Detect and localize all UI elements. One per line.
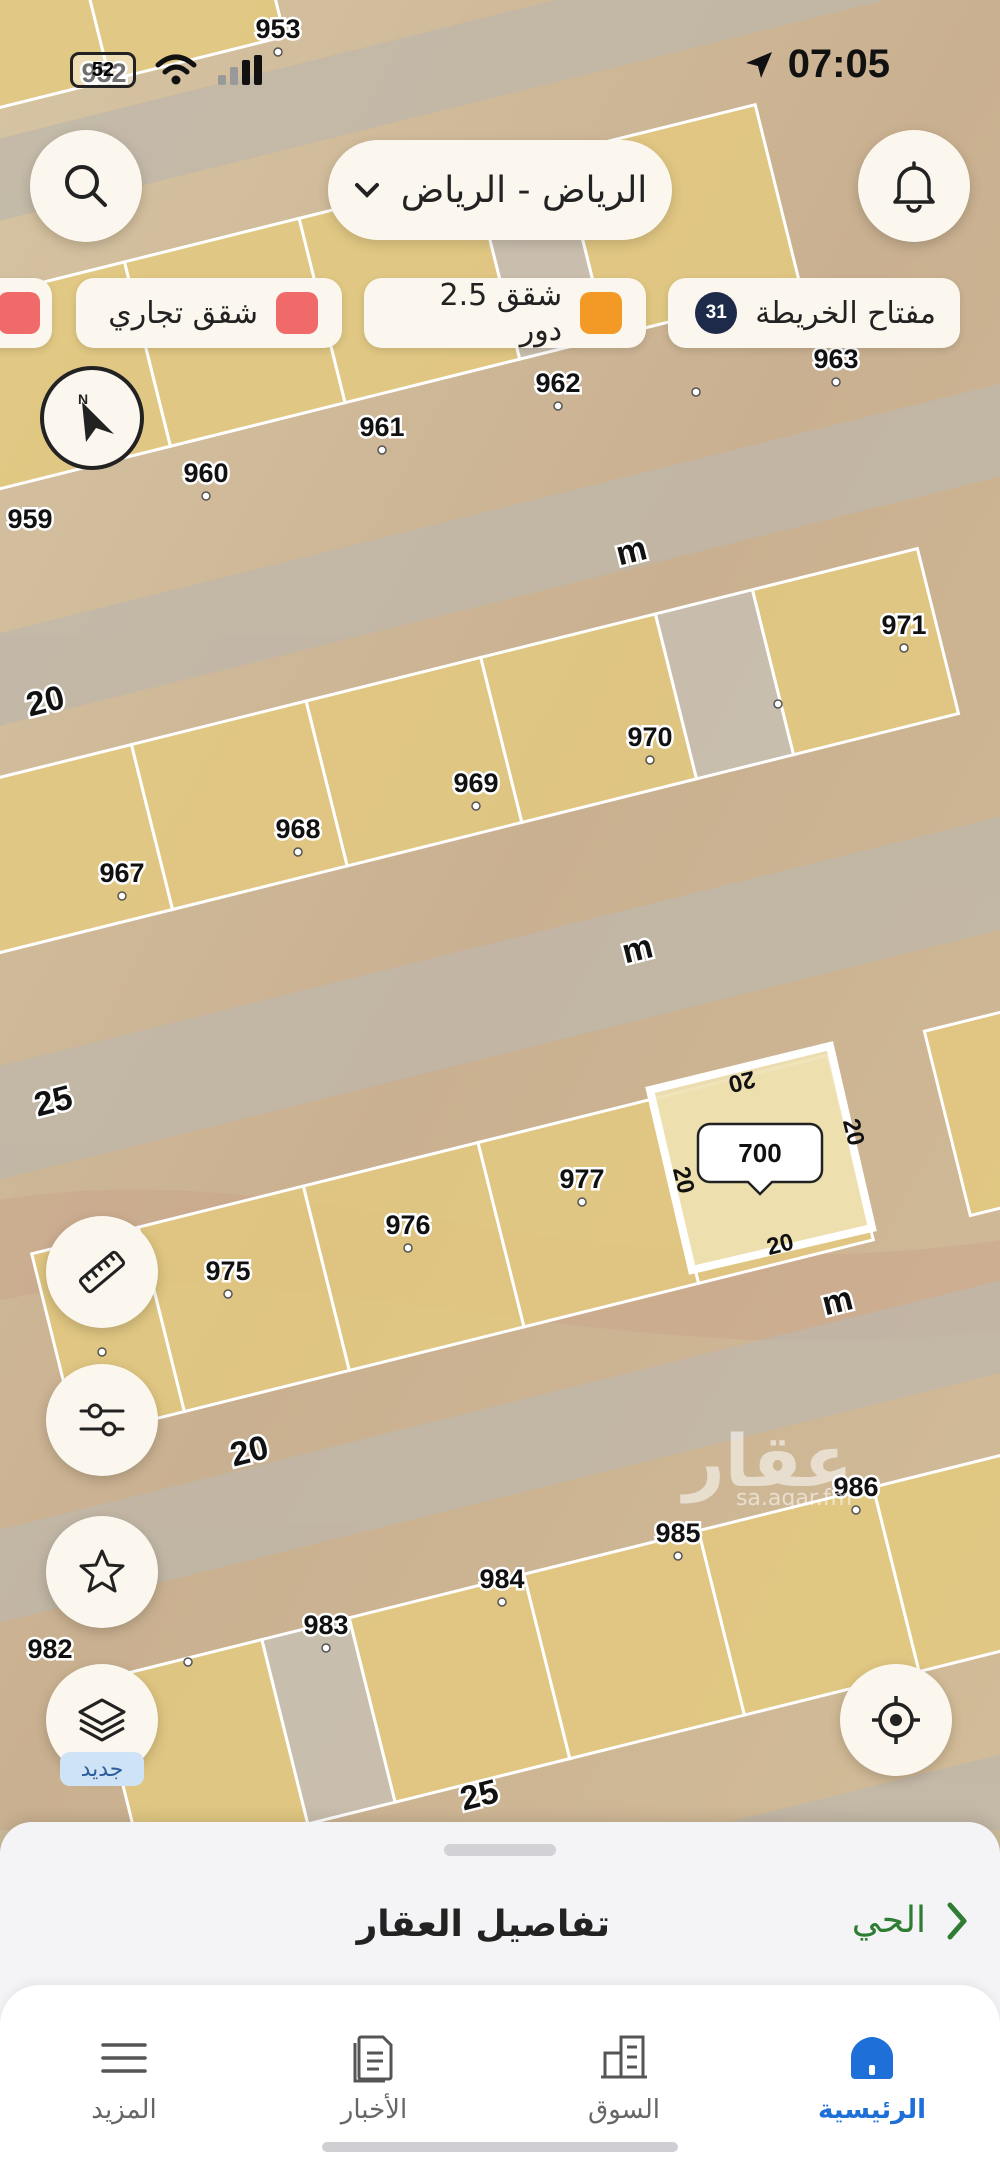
measure-button[interactable] [46,1216,158,1328]
battery-icon: 52 [70,52,136,88]
tab-home[interactable]: الرئيسية [772,1985,972,2125]
chip-partial[interactable] [0,278,52,348]
plot-label: 953 [255,14,300,44]
plot-label: 969 [453,768,498,798]
plot-label: 983 [303,1610,348,1640]
plot-label: 963 [813,344,858,374]
compass-button[interactable]: N [40,366,144,470]
chevron-right-icon [947,1902,967,1939]
tab-home-label: الرئيسية [817,2095,927,2125]
compass-icon: N [78,391,114,442]
my-location-button[interactable] [840,1664,952,1776]
plot-label: 960 [183,458,228,488]
plot-label: 984 [479,1564,524,1594]
new-badge: جديد [60,1752,144,1786]
notifications-button[interactable] [858,130,970,242]
chip-commercial-apartments[interactable]: شقق تجاري [76,278,342,348]
status-time-group: 07:05 [744,42,890,87]
tab-news[interactable]: الأخبار [274,1985,474,2125]
home-icon [851,2037,893,2079]
legend-swatch-red [0,292,40,334]
menu-icon [101,2043,147,2073]
chevron-down-icon [354,183,379,198]
plot-label: 968 [275,814,320,844]
star-icon [79,1549,125,1593]
home-indicator [322,2142,678,2152]
chip-label: شقق 2.5 دور [439,278,563,348]
svg-text:700: 700 [738,1138,781,1168]
city-selector-label: الرياض - الرياض [400,169,648,211]
plot-label: 985 [655,1518,700,1548]
city-selector[interactable]: الرياض - الرياض [328,140,672,240]
legend-swatch-orange [580,292,622,334]
map-key-label: مفتاح الخريطة [755,295,936,331]
ruler-icon [78,1250,126,1294]
district-link[interactable]: الحي [852,1900,970,1941]
plot-label: 970 [627,722,672,752]
plot-label: 975 [205,1256,250,1286]
tab-news-label: الأخبار [340,2095,408,2125]
tab-market-label: السوق [588,2095,660,2125]
battery-level: 52 [91,58,115,81]
plot-label: 971 [881,610,926,640]
district-link-label: الحي [851,1900,926,1941]
building-icon [601,2035,647,2079]
search-button[interactable] [30,130,142,242]
legend-swatch-red [276,292,318,334]
plot-label: 961 [359,412,404,442]
tab-market[interactable]: السوق [524,1985,724,2125]
map-key-chip[interactable]: مفتاح الخريطة 31 [668,278,960,348]
crosshair-icon [872,1696,920,1744]
signal-icon [218,55,262,85]
tab-more-label: المزيد [91,2095,157,2125]
chip-apartments-2-5[interactable]: شقق 2.5 دور [364,278,646,348]
plot-label: 982 [27,1634,72,1664]
plot-label: 962 [535,368,580,398]
sheet-drag-handle[interactable] [444,1844,556,1856]
sheet-title: تفاصيل العقار [356,1904,610,1945]
bell-icon [893,161,935,213]
favorites-button[interactable] [46,1516,158,1628]
status-time: 07:05 [787,42,890,86]
news-document-icon [353,2035,393,2083]
wifi-icon [155,54,197,85]
chip-label: شقق تجاري [108,295,258,331]
filters-button[interactable] [46,1364,158,1476]
watermark-url: sa.aqar.fm [736,1486,852,1511]
location-arrow-icon [745,51,772,78]
status-icons: 52 [70,52,266,88]
search-icon [65,165,107,207]
plot-label: 967 [99,858,144,888]
plot-label: 976 [385,1210,430,1240]
map-key-count-badge: 31 [695,292,738,334]
tab-more[interactable]: المزيد [24,1985,224,2125]
plot-label: 977 [559,1164,604,1194]
layers-icon [78,1698,126,1742]
sliders-icon [79,1403,125,1437]
plot-label: 959 [7,504,52,534]
